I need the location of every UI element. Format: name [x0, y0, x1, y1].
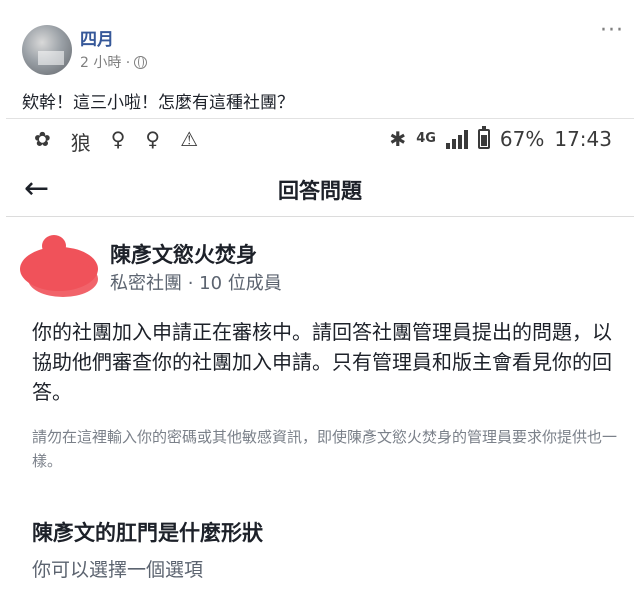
signal-icon [445, 129, 468, 149]
question-title: 陳彥文的肛門是什麼形狀 [32, 521, 263, 545]
privacy-notice: 請勿在這裡輸入你的密碼或其他敏感資訊，即使陳彥文慾火焚身的管理員要求你提供也一樣… [32, 428, 618, 470]
hops-icon: ✿ [34, 127, 51, 151]
female-icon: ♀ [145, 127, 161, 151]
pig-icon: 狼 [70, 131, 91, 155]
clock: 17:43 [554, 127, 612, 151]
question-hint: 你可以選擇一個選項 [32, 559, 204, 581]
female-icon: ♀ [110, 127, 126, 151]
group-name[interactable]: 陳彥文慾火焚身 [110, 239, 257, 269]
author-name[interactable]: 四月 [80, 25, 114, 50]
system-indicators: ✱ 4G 67% 17:43 [389, 126, 612, 151]
network-type: 4G [416, 131, 436, 146]
page-title: 回答問題 [278, 179, 362, 203]
group-info: 陳彥文慾火焚身 私密社團 · 10 位成員 [6, 217, 634, 307]
notification-icons: ✿ 狼 ♀ ♀ ⚠ [34, 127, 198, 156]
globe-icon [134, 55, 148, 69]
intro-text: 你的社團加入申請正在審核中。請回答社團管理員提出的問題，以協助他們審查你的社團加… [32, 320, 612, 404]
status-bar: ✿ 狼 ♀ ♀ ⚠ ✱ 4G 67% 17:43 [6, 119, 634, 161]
author-avatar[interactable] [22, 25, 72, 75]
nav-bar: ← 回答問題 [6, 161, 634, 217]
post-meta: 2 小時 · [80, 52, 148, 72]
post-text: 欸幹！這三小啦！怎麼有這種社團？ [22, 93, 294, 113]
battery-icon [477, 126, 490, 149]
battery-percent: 67% [499, 127, 545, 151]
post-time[interactable]: 2 小時 · [80, 52, 130, 72]
warning-icon: ⚠ [180, 127, 199, 151]
more-options-button[interactable]: ··· [600, 20, 624, 42]
group-subtitle: 私密社團 · 10 位成員 [110, 273, 282, 294]
post-header: 四月 2 小時 · ··· [14, 20, 626, 82]
group-avatar-redacted [20, 231, 100, 297]
embedded-screenshot: ✿ 狼 ♀ ♀ ⚠ ✱ 4G 67% 17:43 ← 回答問題 陳彥文慾火焚身 … [6, 118, 634, 595]
bluetooth-icon: ✱ [389, 127, 407, 151]
